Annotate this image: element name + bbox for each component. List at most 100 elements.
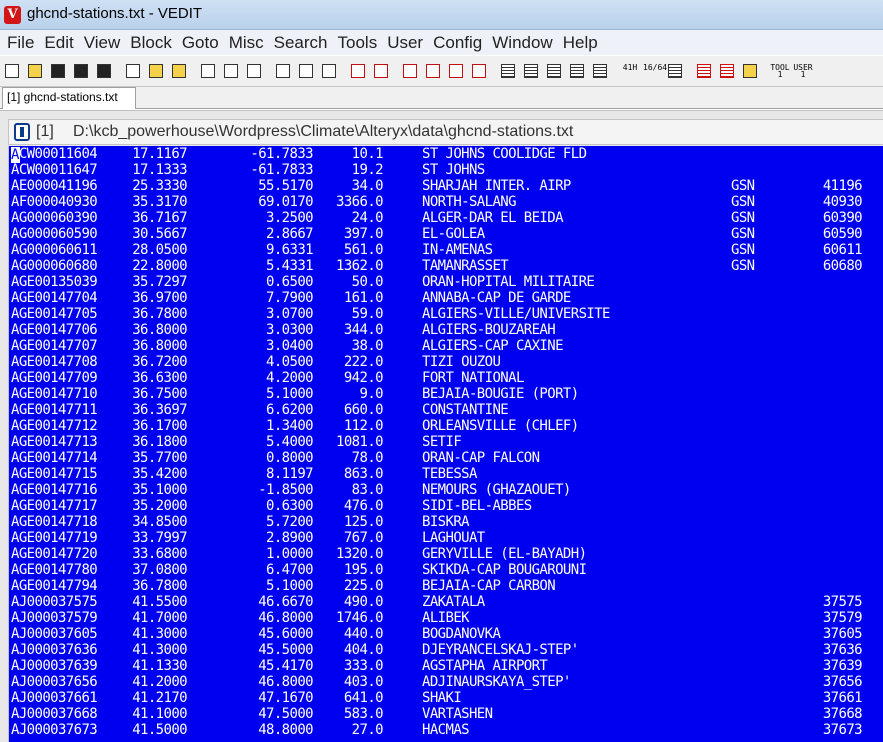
split-button[interactable] (694, 61, 714, 81)
field-id: AG000060590 (11, 226, 98, 242)
document-icon[interactable] (14, 123, 30, 141)
cut-button[interactable] (198, 61, 218, 81)
user-1-button[interactable]: USER 1 (792, 61, 812, 81)
unindent-icon (524, 64, 538, 78)
document-window: [1] D:\kcb_powerhouse\Wordpress\Climate\… (0, 110, 883, 742)
find-previous-button[interactable] (469, 61, 489, 81)
redo-button[interactable] (371, 61, 391, 81)
cut-append-button[interactable] (273, 61, 293, 81)
field-gsn: GSN (731, 210, 755, 226)
ruler-button[interactable] (590, 61, 610, 81)
find-icon (403, 64, 417, 78)
field-el: 344.0 (343, 322, 384, 338)
toolbar-button-label: 41H (622, 63, 638, 72)
compare-button[interactable] (665, 61, 685, 81)
field-lat: 35.4200 (132, 466, 187, 482)
field-name: GERYVILLE (EL-BAYADH) (422, 546, 587, 562)
open-file-button[interactable] (25, 61, 45, 81)
indent-button[interactable] (498, 61, 518, 81)
field-el: 222.0 (343, 354, 384, 370)
hex-button[interactable]: 41H (619, 61, 639, 81)
indent-icon (501, 64, 515, 78)
menu-window[interactable]: Window (487, 30, 557, 55)
goto-mark-button[interactable] (169, 61, 189, 81)
copy-button[interactable] (221, 61, 241, 81)
menu-block[interactable]: Block (125, 30, 177, 55)
copy-append-button[interactable] (296, 61, 316, 81)
menu-search[interactable]: Search (269, 30, 333, 55)
field-id: AGE00147720 (11, 546, 98, 562)
window-list-button[interactable] (123, 61, 143, 81)
menu-user[interactable]: User (382, 30, 428, 55)
field-lat: 41.1330 (132, 658, 187, 674)
field-lat: 41.3000 (132, 642, 187, 658)
field-id: AGE00147794 (11, 578, 98, 594)
field-lon: 48.8000 (258, 722, 313, 738)
field-name: ORLEANSVILLE (CHLEF) (422, 418, 579, 434)
justify-icon (570, 64, 584, 78)
field-id: AJ000037579 (11, 610, 98, 626)
vedit-logo-icon[interactable]: V (4, 6, 21, 24)
field-lat: 36.8000 (132, 338, 187, 354)
unindent-button[interactable] (521, 61, 541, 81)
goto-line-button[interactable] (146, 61, 166, 81)
paste-icon (247, 64, 261, 78)
field-id: AJ000037661 (11, 690, 98, 706)
tab-ghcnd-stations[interactable]: [1] ghcnd-stations.txt (2, 87, 136, 109)
wrap-button[interactable] (717, 61, 737, 81)
justify-button[interactable] (567, 61, 587, 81)
field-id: AGE00147718 (11, 514, 98, 530)
format-paragraph-button[interactable] (544, 61, 564, 81)
field-lon: 0.6500 (266, 274, 314, 290)
field-lon: 3.0400 (266, 338, 314, 354)
field-name: ADJINAURSKAYA_STEP' (422, 674, 571, 690)
save-all-button[interactable] (71, 61, 91, 81)
find-next-button[interactable] (446, 61, 466, 81)
paste-buffer-button[interactable] (319, 61, 339, 81)
field-name: BEJAIA-CAP CARBON (422, 578, 556, 594)
field-el: 476.0 (343, 498, 384, 514)
menu-file[interactable]: File (2, 30, 39, 55)
menu-edit[interactable]: Edit (39, 30, 78, 55)
new-file-button[interactable] (2, 61, 22, 81)
field-el: 38.0 (351, 338, 384, 354)
field-el: 1362.0 (336, 258, 384, 274)
field-wmo: 37673 (822, 722, 863, 738)
menu-config[interactable]: Config (428, 30, 487, 55)
field-lat: 41.1000 (132, 706, 187, 722)
new-file-icon (5, 64, 19, 78)
toolbar-button-label: 1 (777, 70, 783, 79)
field-lat: 17.1167 (132, 146, 187, 162)
field-lat: 36.3697 (132, 402, 187, 418)
find-replace-button[interactable] (423, 61, 443, 81)
paste-button[interactable] (244, 61, 264, 81)
text-editor[interactable]: ACW00011604 17.1167 -61.7833 10.1 ST JOHNS C… (8, 146, 883, 742)
text-cursor: A (11, 147, 20, 163)
field-name: SHARJAH INTER. AIRP (422, 178, 571, 194)
field-name: ALGIERS-CAP CAXINE (422, 338, 564, 354)
field-id: AGE00147719 (11, 530, 98, 546)
menu-tools[interactable]: Tools (333, 30, 383, 55)
menu-misc[interactable]: Misc (224, 30, 269, 55)
undo-button[interactable] (348, 61, 368, 81)
print-button[interactable] (94, 61, 114, 81)
save-button[interactable] (48, 61, 68, 81)
tab-strip: [1] ghcnd-stations.txt (0, 87, 883, 109)
menu-goto[interactable]: Goto (177, 30, 224, 55)
field-lon: 3.0700 (266, 306, 314, 322)
menu-bar: File Edit View Block Goto Misc Search Tools User… (0, 30, 883, 55)
column-button[interactable]: 16/64 (642, 61, 667, 81)
field-name: DJEYRANCELSKAJ-STEP' (422, 642, 579, 658)
wrap-icon (720, 64, 734, 78)
split-icon (697, 64, 711, 78)
open-file-icon (28, 64, 42, 78)
hilite-button[interactable] (740, 61, 760, 81)
field-name: AGSTAPHA AIRPORT (422, 658, 548, 674)
find-button[interactable] (400, 61, 420, 81)
field-lat: 41.3000 (132, 626, 187, 642)
menu-help[interactable]: Help (558, 30, 603, 55)
field-wmo: 60680 (822, 258, 863, 274)
menu-view[interactable]: View (79, 30, 126, 55)
field-el: 59.0 (351, 306, 384, 322)
tool-1-button[interactable]: TOOL 1 (769, 61, 789, 81)
